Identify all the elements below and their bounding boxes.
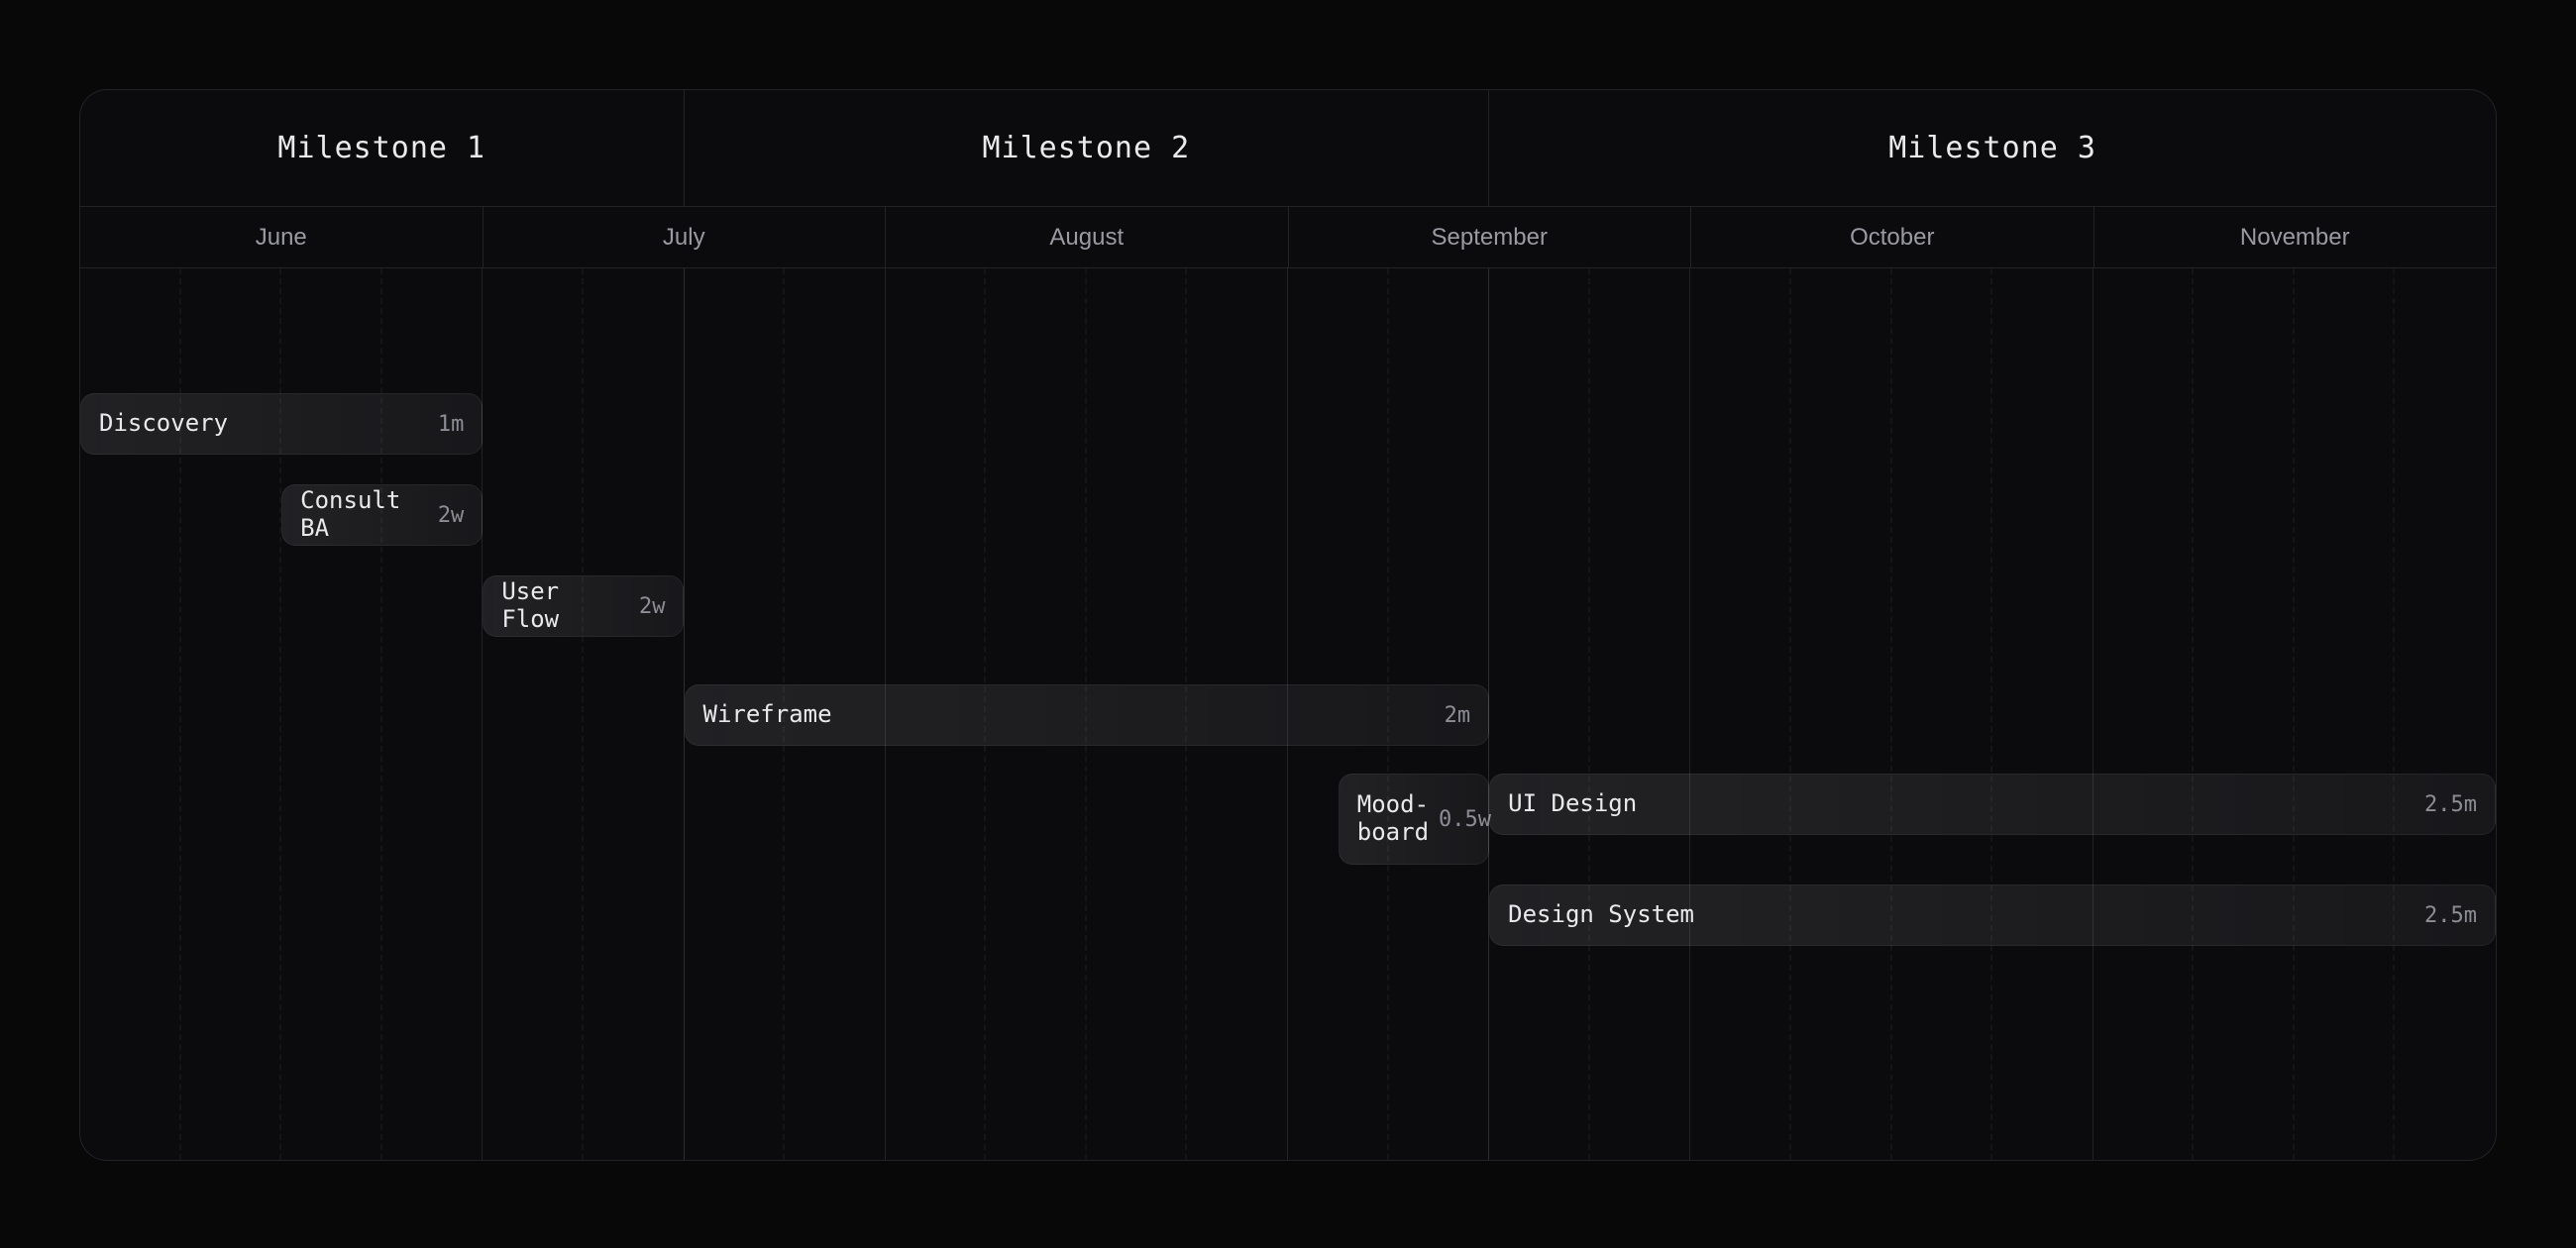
gantt-task[interactable]: UI Design 2.5m (1489, 774, 2496, 835)
gantt-task[interactable]: Discovery 1m (80, 393, 483, 455)
gantt-task-duration: 2.5m (2424, 903, 2477, 928)
milestone-header: Milestone 3 (1489, 90, 2496, 206)
gantt-task-duration: 2w (639, 594, 666, 619)
milestone-header: Milestone 2 (685, 90, 1490, 206)
gantt-task-label: Consult BA (300, 487, 428, 542)
month-header: June (80, 207, 483, 267)
gantt-task-duration: 0.5w (1439, 807, 1491, 832)
gantt-chart: Milestone 1 Milestone 2 Milestone 3 June… (79, 89, 2497, 1161)
gantt-task-label: Discovery (99, 410, 428, 438)
month-header: October (1691, 207, 2094, 267)
milestone-header-row: Milestone 1 Milestone 2 Milestone 3 (80, 90, 2496, 207)
month-header: August (886, 207, 1289, 267)
gantt-task-duration: 2w (438, 503, 465, 528)
gantt-task[interactable]: Consult BA 2w (281, 484, 483, 546)
gantt-task-label: UI Design (1508, 790, 2415, 818)
gantt-tasks-layer: Discovery 1m Consult BA 2w User Flow 2w Wirefr… (80, 268, 2496, 1160)
month-header: November (2094, 207, 2497, 267)
gantt-task-duration: 2m (1445, 703, 1471, 728)
gantt-task[interactable]: Wireframe 2m (685, 684, 1490, 746)
gantt-task-label: Mood- board (1357, 791, 1429, 846)
gantt-task[interactable]: User Flow 2w (483, 575, 684, 637)
gantt-task-duration: 1m (438, 412, 465, 437)
month-header-row: June July August September October Novem… (80, 207, 2496, 268)
gantt-task-label: Wireframe (703, 701, 1435, 729)
gantt-body: Discovery 1m Consult BA 2w User Flow 2w Wirefr… (80, 268, 2496, 1160)
gantt-task-duration: 2.5m (2424, 792, 2477, 817)
milestone-header: Milestone 1 (80, 90, 685, 206)
month-header: July (483, 207, 887, 267)
gantt-task-label: Design System (1508, 901, 2415, 929)
gantt-task-label: User Flow (501, 578, 629, 633)
month-header: September (1289, 207, 1692, 267)
gantt-task[interactable]: Mood- board 0.5w (1339, 774, 1489, 865)
gantt-task[interactable]: Design System 2.5m (1489, 884, 2496, 946)
